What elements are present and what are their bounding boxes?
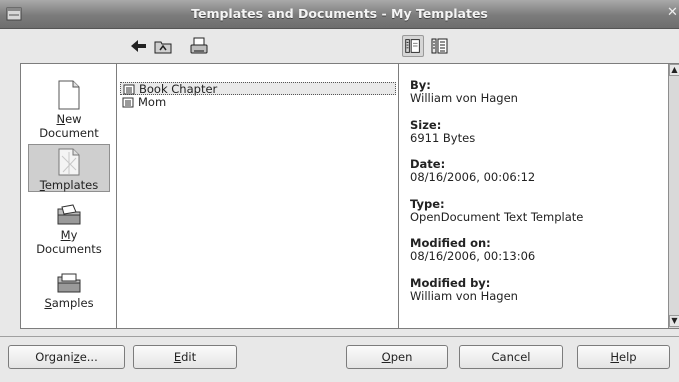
- info-modified-on: Modified on: 08/16/2006, 00:13:06: [410, 236, 536, 263]
- info-by: By: William von Hagen: [410, 78, 518, 105]
- info-modified-by: Modified by: William von Hagen: [410, 276, 518, 303]
- document-info-panel: By: William von Hagen Size: 6911 Bytes D…: [400, 64, 668, 328]
- template-file-list: Book Chapter Mom: [118, 64, 399, 328]
- document-properties-icon[interactable]: [429, 35, 451, 57]
- list-item-mom[interactable]: Mom: [120, 96, 396, 109]
- new-document-icon: [58, 80, 80, 110]
- category-sidebar: New Document Templates My Documents Samp…: [21, 64, 117, 328]
- toolbar: [0, 30, 679, 62]
- info-size: Size: 6911 Bytes: [410, 118, 476, 145]
- info-scrollbar[interactable]: ▲ ▼: [668, 64, 679, 328]
- title-bar[interactable]: Templates and Documents - My Templates ✕: [0, 0, 679, 29]
- open-button[interactable]: Open: [346, 345, 448, 369]
- sidebar-item-templates[interactable]: Templates: [28, 144, 110, 192]
- sidebar-item-my-documents[interactable]: My Documents: [28, 204, 110, 268]
- my-documents-folder-icon: [57, 204, 81, 225]
- template-file-icon: [123, 84, 135, 95]
- document-preview-icon[interactable]: [402, 35, 424, 57]
- template-file-icon: [122, 97, 134, 108]
- organize-button[interactable]: Organize...: [8, 345, 125, 369]
- cancel-button[interactable]: Cancel: [459, 345, 563, 369]
- sidebar-item-new-document[interactable]: New Document: [28, 80, 110, 144]
- print-icon[interactable]: [188, 35, 210, 57]
- info-type: Type: OpenDocument Text Template: [410, 197, 584, 224]
- close-icon[interactable]: ✕: [667, 5, 679, 23]
- file-name: Book Chapter: [139, 82, 218, 96]
- back-arrow-icon[interactable]: [128, 35, 150, 57]
- scroll-up-icon[interactable]: ▲: [669, 64, 679, 76]
- file-name: Mom: [138, 95, 167, 109]
- up-folder-icon[interactable]: [152, 35, 174, 57]
- separator: [0, 336, 679, 337]
- list-item-book-chapter[interactable]: Book Chapter: [120, 82, 396, 96]
- info-date: Date: 08/16/2006, 00:06:12: [410, 157, 536, 184]
- sidebar-item-samples[interactable]: Samples: [28, 272, 110, 314]
- help-button[interactable]: Help: [577, 345, 670, 369]
- window-title: Templates and Documents - My Templates: [191, 6, 488, 21]
- samples-folder-icon: [57, 273, 81, 293]
- edit-button[interactable]: Edit: [133, 345, 237, 369]
- templates-icon: [58, 148, 80, 176]
- main-panel: New Document Templates My Documents Samp…: [20, 63, 679, 329]
- scroll-down-icon[interactable]: ▼: [669, 315, 679, 327]
